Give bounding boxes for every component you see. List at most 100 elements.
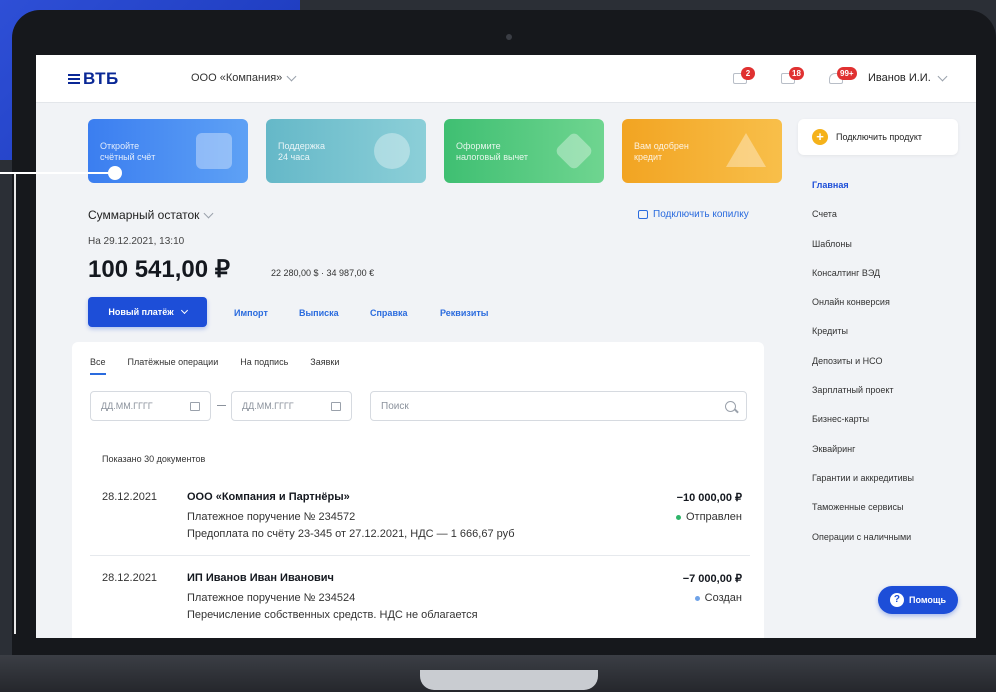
sidebar-nav: Главная Счета Шаблоны Консалтинг ВЭД Онл… xyxy=(812,180,914,561)
calendar-icon xyxy=(190,401,200,411)
document-status: Отправлен xyxy=(676,511,742,523)
connect-product-label: Подключить продукт xyxy=(836,132,922,142)
documents-panel: Все Платёжные операции На подпись Заявки… xyxy=(72,342,764,638)
promo-decoration-icon xyxy=(554,131,594,171)
date-to-field[interactable]: ДД.ММ.ГГГГ xyxy=(231,391,352,421)
callout-line xyxy=(0,172,114,174)
piggy-label: Подключить копилку xyxy=(653,209,749,220)
document-counterparty: ООО «Компания и Партнёры» xyxy=(187,491,350,503)
status-dot-icon xyxy=(676,514,681,520)
header-notifications: 2 18 99+ xyxy=(731,67,857,87)
balance-amount: 100 541,00 ₽ xyxy=(88,256,231,283)
document-purpose: Перечисление собственных средств. НДС не… xyxy=(187,609,478,621)
date-from-field[interactable]: ДД.ММ.ГГГГ xyxy=(90,391,211,421)
import-link[interactable]: Импорт xyxy=(234,308,268,318)
documents-count: Показано 30 документов xyxy=(102,454,206,464)
status-label: Отправлен xyxy=(686,511,742,523)
document-order: Платежное поручение № 234572 xyxy=(187,511,356,523)
date-to-placeholder: ДД.ММ.ГГГГ xyxy=(242,401,294,411)
question-icon: ? xyxy=(889,593,904,607)
sidebar-item-salary-project[interactable]: Зарплатный проект xyxy=(812,385,914,414)
promo-decoration-icon xyxy=(726,133,766,167)
chevron-down-icon xyxy=(286,71,297,81)
promo-card-support[interactable]: Поддержка 24 часа xyxy=(266,119,426,183)
documents-tabs: Все Платёжные операции На подпись Заявки xyxy=(90,357,339,375)
balance-title: Суммарный остаток xyxy=(88,208,200,222)
calendar-icon xyxy=(331,401,341,411)
reference-link[interactable]: Справка xyxy=(370,308,407,318)
balance-currencies: 22 280,00 $ · 34 987,00 € xyxy=(271,268,375,278)
details-link[interactable]: Реквизиты xyxy=(440,308,488,318)
document-status: Создан xyxy=(694,592,742,604)
sidebar-item-online-conversion[interactable]: Онлайн конверсия xyxy=(812,297,914,326)
sidebar-item-home[interactable]: Главная xyxy=(812,180,914,209)
document-amount: −10 000,00 ₽ xyxy=(676,492,742,504)
mail-badge: 2 xyxy=(741,67,755,80)
app-window: ВТБ ООО «Компания» 2 18 99+ Иванов И.И. xyxy=(36,55,976,638)
logo-text: ВТБ xyxy=(83,69,119,88)
document-order: Платежное поручение № 234524 xyxy=(187,592,356,604)
new-payment-label: Новый платёж xyxy=(108,307,174,317)
sidebar-item-accounts[interactable]: Счета xyxy=(812,209,914,238)
promo-decoration-icon xyxy=(374,133,410,169)
callout-dot xyxy=(108,166,122,180)
tab-all[interactable]: Все xyxy=(90,357,106,375)
status-label: Создан xyxy=(704,592,742,604)
logo-bars-icon xyxy=(68,74,80,84)
sidebar-item-cash-operations[interactable]: Операции с наличными xyxy=(812,532,914,561)
balance-date: На 29.12.2021, 13:10 xyxy=(88,236,185,247)
date-range-separator xyxy=(217,405,226,406)
bell-badge: 99+ xyxy=(837,67,857,80)
tab-requests[interactable]: Заявки xyxy=(310,357,339,375)
tab-payment-operations[interactable]: Платёжные операции xyxy=(128,357,219,375)
bell-icon[interactable]: 99+ xyxy=(827,67,857,87)
connect-piggy-link[interactable]: Подключить копилку xyxy=(638,209,749,220)
documents-badge: 18 xyxy=(789,67,804,80)
tab-to-sign[interactable]: На подпись xyxy=(240,357,288,375)
user-menu[interactable]: Иванов И.И. xyxy=(868,71,948,84)
sidebar-item-acquiring[interactable]: Эквайринг xyxy=(812,444,914,473)
top-header: ВТБ ООО «Компания» 2 18 99+ Иванов И.И. xyxy=(36,55,976,103)
document-date: 28.12.2021 xyxy=(102,491,158,503)
piggy-bank-icon xyxy=(638,210,648,219)
promo-card-credit[interactable]: Вам одобрен кредит xyxy=(622,119,782,183)
help-label: Помощь xyxy=(908,595,946,605)
statement-link[interactable]: Выписка xyxy=(299,308,339,318)
camera-icon xyxy=(506,34,512,40)
balance-selector[interactable]: Суммарный остаток xyxy=(88,208,214,222)
promo-decoration-icon xyxy=(196,133,232,169)
sidebar-item-business-cards[interactable]: Бизнес-карты xyxy=(812,414,914,443)
chevron-down-icon xyxy=(203,208,214,218)
new-payment-button[interactable]: Новый платёж xyxy=(88,297,207,327)
logo[interactable]: ВТБ xyxy=(68,69,119,89)
sidebar-item-deposits[interactable]: Депозиты и НСО xyxy=(812,356,914,385)
document-amount: −7 000,00 ₽ xyxy=(682,573,742,585)
chevron-down-icon xyxy=(937,71,948,81)
user-name: Иванов И.И. xyxy=(868,72,931,84)
search-placeholder: Поиск xyxy=(381,400,409,412)
search-input[interactable]: Поиск xyxy=(370,391,747,421)
sidebar-item-customs[interactable]: Таможенные сервисы xyxy=(812,502,914,531)
help-button[interactable]: ? Помощь xyxy=(878,586,958,614)
company-name: ООО «Компания» xyxy=(191,72,283,84)
sidebar-item-guarantees[interactable]: Гарантии и аккредитивы xyxy=(812,473,914,502)
date-from-placeholder: ДД.ММ.ГГГГ xyxy=(101,401,153,411)
document-counterparty: ИП Иванов Иван Иванович xyxy=(187,572,334,584)
plus-icon: + xyxy=(812,129,828,145)
callout-line-vertical xyxy=(14,172,16,634)
status-dot-icon xyxy=(694,595,700,601)
sidebar-item-credits[interactable]: Кредиты xyxy=(812,326,914,355)
document-purpose: Предоплата по счёту 23-345 от 27.12.2021… xyxy=(187,528,515,540)
promo-card-tax[interactable]: Оформите налоговый вычет xyxy=(444,119,604,183)
row-divider xyxy=(90,555,750,556)
mail-icon[interactable]: 2 xyxy=(731,67,755,87)
laptop-notch xyxy=(420,670,598,690)
sidebar-item-fea-consulting[interactable]: Консалтинг ВЭД xyxy=(812,268,914,297)
company-selector[interactable]: ООО «Компания» xyxy=(191,71,297,84)
search-icon[interactable] xyxy=(725,400,736,412)
connect-product-button[interactable]: + Подключить продукт xyxy=(798,119,958,155)
chevron-down-icon xyxy=(180,306,188,314)
sidebar-item-templates[interactable]: Шаблоны xyxy=(812,239,914,268)
document-date: 28.12.2021 xyxy=(102,572,158,584)
documents-icon[interactable]: 18 xyxy=(779,67,804,87)
